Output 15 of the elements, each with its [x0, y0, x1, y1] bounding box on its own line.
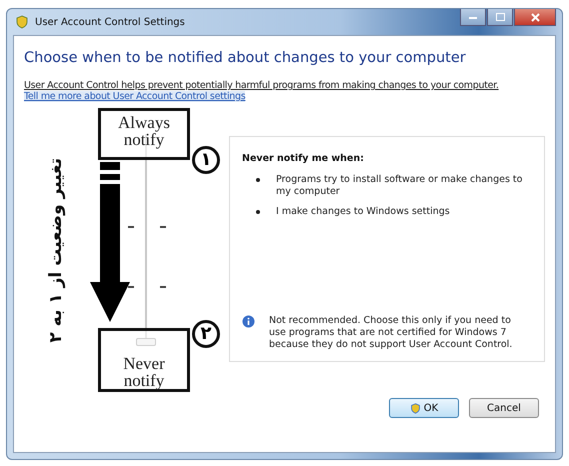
annotation-caption: تغییر وضعیت از ۱ به ۲	[46, 158, 66, 343]
number-marker: ۲	[192, 320, 220, 348]
heading: Choose when to be notified about changes to your computer	[24, 50, 467, 66]
help-link[interactable]: Tell me more about User Account Control settings	[24, 91, 246, 102]
annotation-label: Always notify	[98, 108, 190, 160]
bullet-text: Programs try to install software or make changes to my computer	[276, 174, 524, 198]
ok-button[interactable]: OK	[389, 398, 459, 418]
description: User Account Control helps prevent potentially harmful programs from making changes to your computer.	[24, 80, 500, 91]
number-marker: ۱	[192, 146, 220, 174]
panel-title: Never notify me when:	[242, 153, 365, 164]
warning-note: Not recommended. Choose this only if you need to use programs that are not certified for Windows 7 because they do not support User Account Control.	[269, 315, 514, 351]
bullet-text: I make changes to Windows settings	[276, 206, 450, 218]
window-title: User Account Control Settings	[35, 16, 185, 28]
annotation-label: Never notify	[98, 328, 190, 392]
cancel-button[interactable]: Cancel	[469, 398, 539, 418]
